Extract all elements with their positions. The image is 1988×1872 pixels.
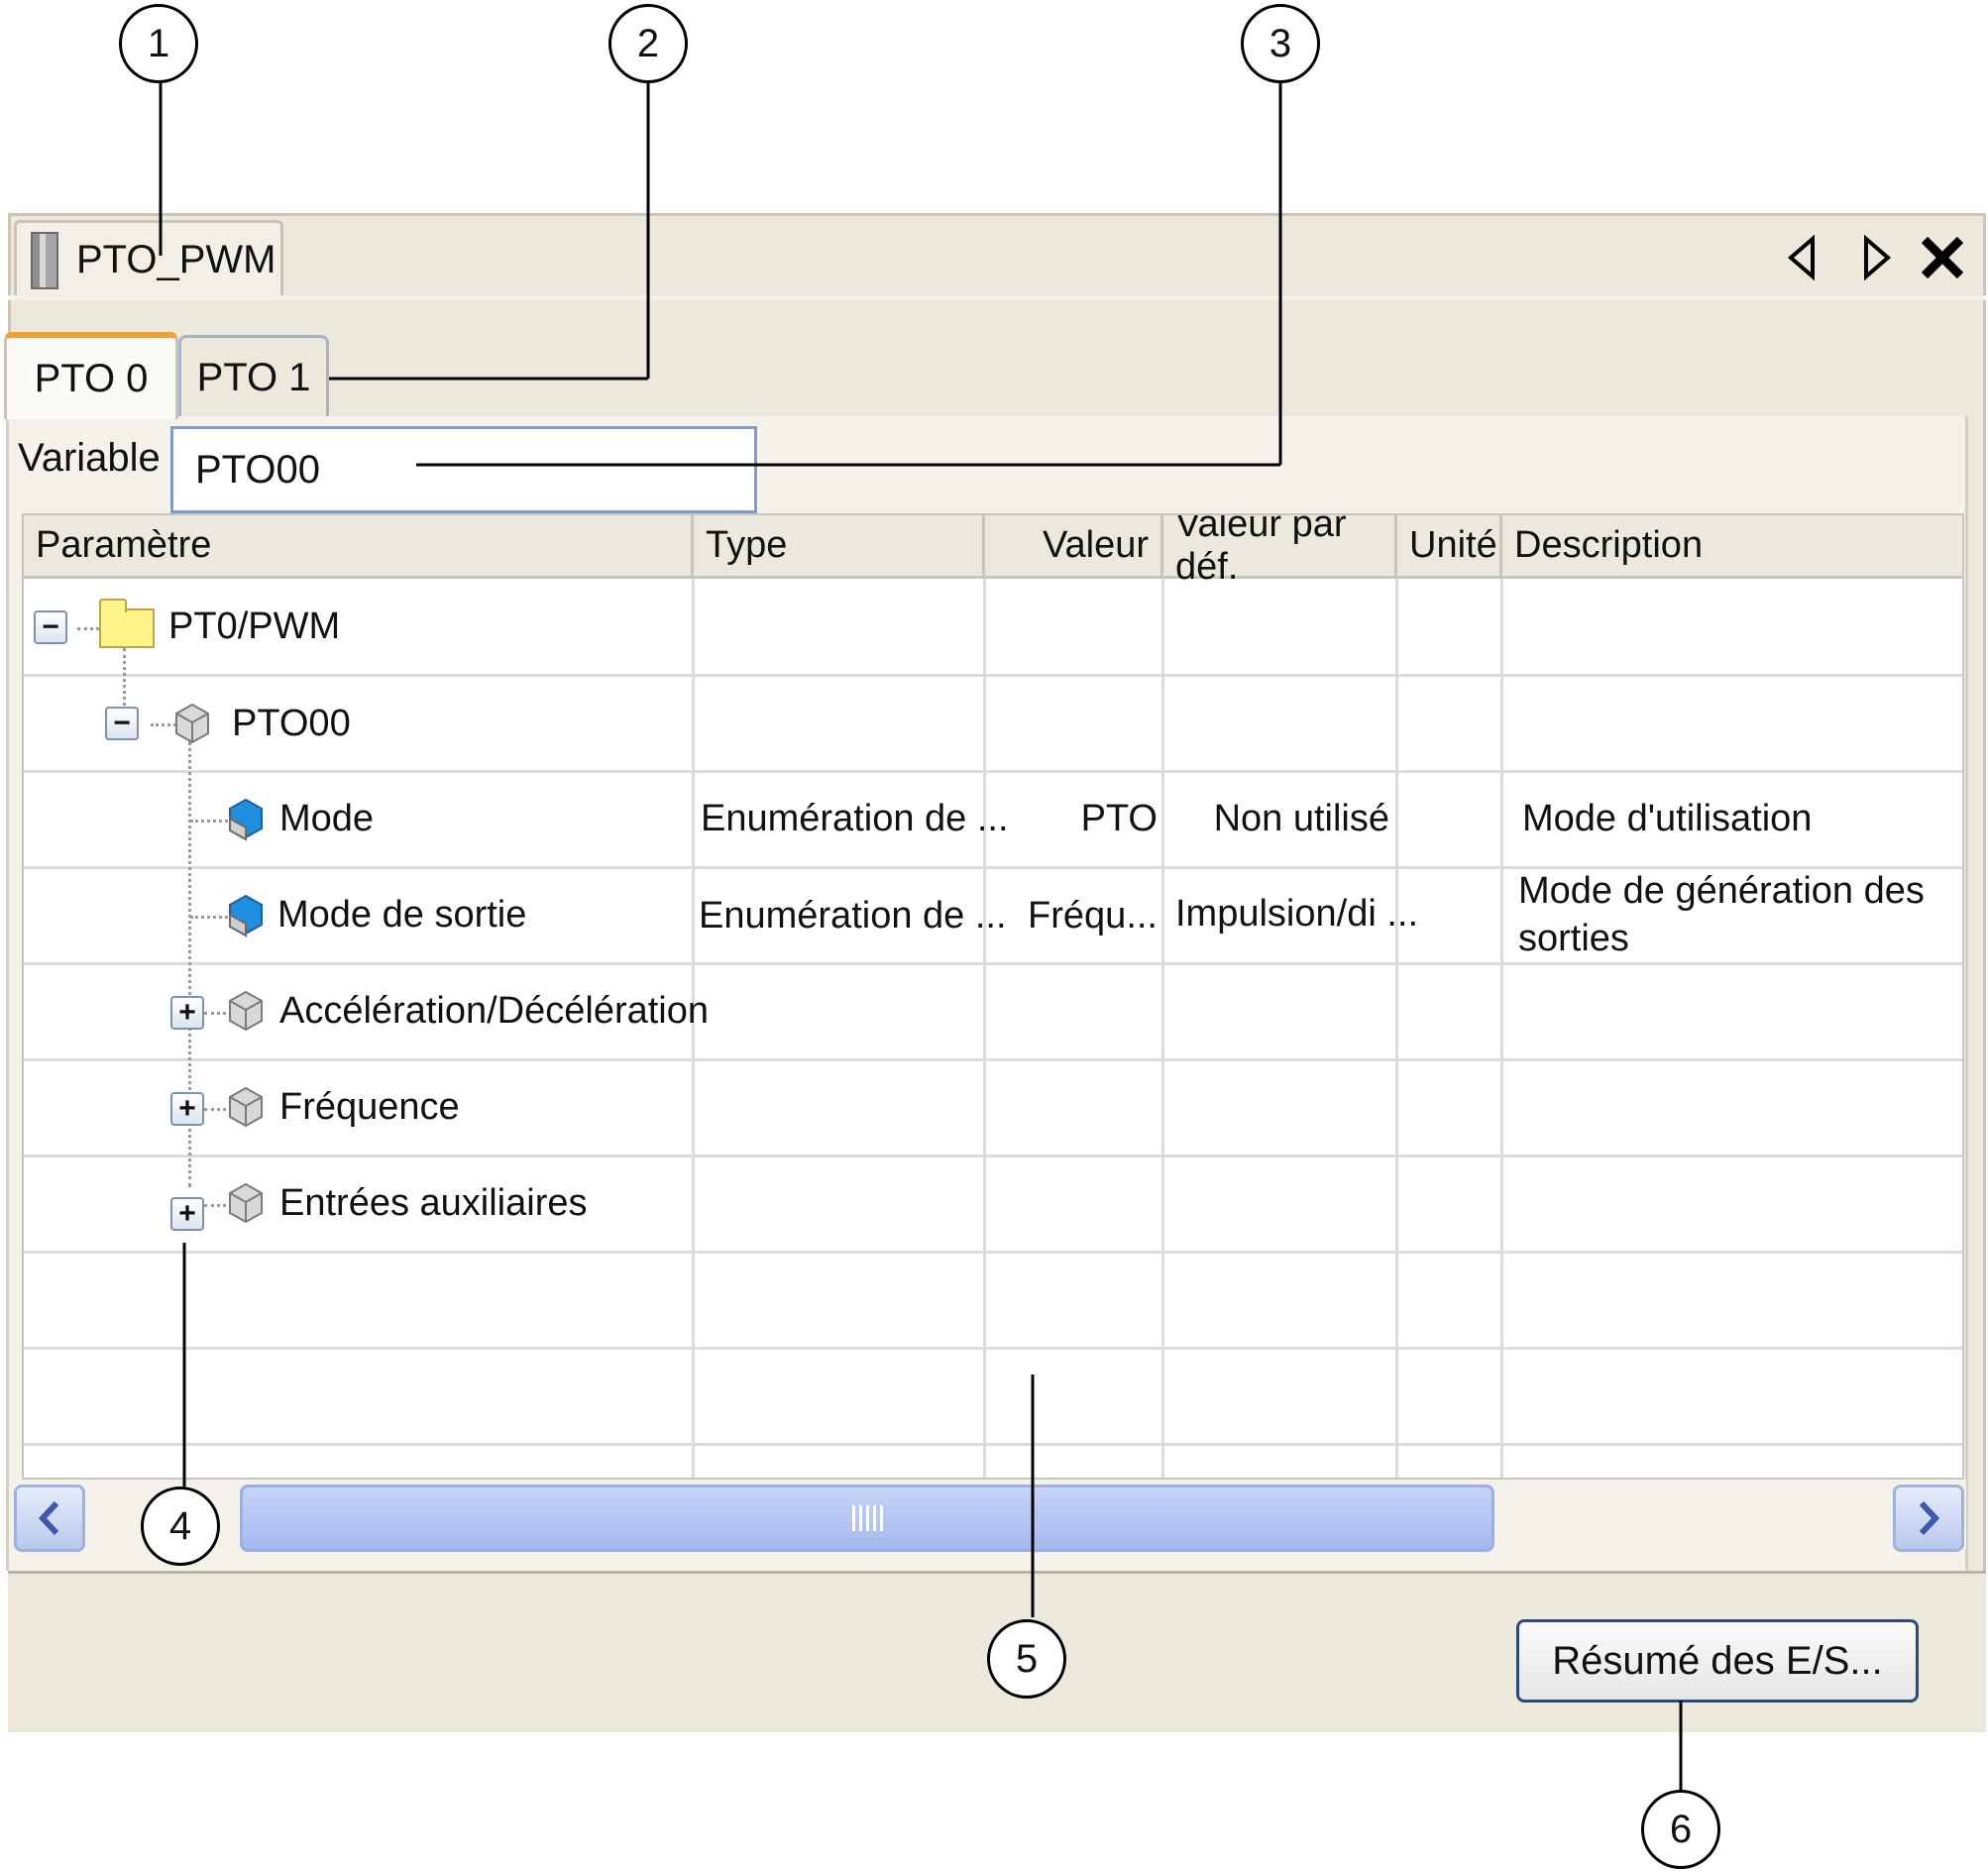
row-value-mode-de-sortie[interactable]: Fréqu... [987,884,1158,947]
row-default-mode-de-sortie: Impulsion/di ... [1175,892,1418,935]
row-default-mode: Non utilisé [1213,797,1389,839]
previous-button[interactable] [1772,230,1831,285]
cube-icon [229,1182,263,1224]
row-divider [24,1443,1962,1446]
collapse-button[interactable]: − [105,707,139,740]
row-divider [24,770,1962,773]
triangle-right-icon [1864,235,1892,280]
document-tab[interactable]: PTO_PWM [14,220,283,297]
column-divider [1161,579,1164,1478]
row-value-mode[interactable]: PTO [987,787,1158,850]
cube-icon [175,703,209,744]
row-divider [24,674,1962,677]
row-description-mode: Mode d'utilisation [1522,797,1813,839]
plc-device-icon [31,231,58,289]
column-divider [1500,579,1503,1478]
column-header-type[interactable]: Type [694,515,985,579]
cube-icon [229,1086,263,1128]
next-button[interactable] [1847,230,1907,285]
column-header-unite[interactable]: Unité [1397,515,1502,579]
close-button[interactable] [1913,230,1972,285]
callout-3: 3 [1241,4,1320,83]
column-header-description[interactable]: Description [1502,515,1962,579]
scroll-left-button[interactable] [14,1485,85,1552]
row-type-mode[interactable]: Enumération de ... [701,787,1009,850]
cube-icon [229,990,263,1032]
chevron-left-icon [38,1500,59,1536]
collapse-button[interactable]: − [34,610,67,644]
scroll-right-button[interactable] [1893,1485,1964,1552]
folder-icon [99,599,155,648]
row-divider [24,1347,1962,1350]
row-name-mode-de-sortie: Mode de sortie [277,893,527,936]
scroll-thumb[interactable] [240,1485,1494,1552]
tab-pto-0[interactable]: PTO 0 [4,332,178,419]
grip-icon [851,1505,883,1531]
expand-button[interactable]: + [170,996,204,1030]
row-description-mode-de-sortie: Mode de génération des sorties [1518,869,1925,959]
parameter-icon [229,798,263,841]
row-name-frequence: Fréquence [279,1085,460,1128]
variable-label: Variable : [18,436,183,480]
callout-2: 2 [608,4,688,83]
triangle-left-icon [1787,235,1815,280]
tab-pto-1[interactable]: PTO 1 [178,335,329,418]
io-summary-button[interactable]: Résumé des E/S... [1516,1619,1919,1703]
callout-1: 1 [119,4,198,83]
row-divider [24,1251,1962,1254]
close-icon [1921,236,1964,279]
parameter-icon [229,894,263,937]
column-divider [1395,579,1398,1478]
column-divider [983,579,986,1478]
expand-button[interactable]: + [170,1092,204,1126]
row-type-mode-de-sortie[interactable]: Enumération de ... [699,884,1007,947]
row-name-pto00: PTO00 [232,702,351,744]
callout-5: 5 [987,1619,1066,1699]
document-tab-title: PTO_PWM [76,238,276,281]
row-divider [24,1058,1962,1061]
chevron-right-icon [1919,1500,1940,1536]
row-divider [24,1155,1962,1157]
callout-4: 4 [141,1487,220,1566]
variable-field[interactable]: PTO00 [170,426,757,513]
column-header-parametre[interactable]: Paramètre [24,515,694,579]
expand-button[interactable]: + [170,1197,204,1231]
parameter-table: Paramètre Type Valeur Valeur par déf. Un… [22,513,1964,1480]
column-header-valeur-par-def[interactable]: Valeur par déf. [1163,515,1397,588]
row-name-mode: Mode [279,797,375,839]
header-separator [8,295,1986,300]
row-divider [24,962,1962,965]
row-name-acceleration-deceleration: Accélération/Décélération [279,989,710,1032]
callout-6: 6 [1641,1790,1720,1869]
row-name-entrees-auxiliaires: Entrées auxiliaires [279,1181,588,1224]
column-header-valeur[interactable]: Valeur [985,515,1163,579]
row-name-pt0-pwm: PT0/PWM [168,605,341,647]
